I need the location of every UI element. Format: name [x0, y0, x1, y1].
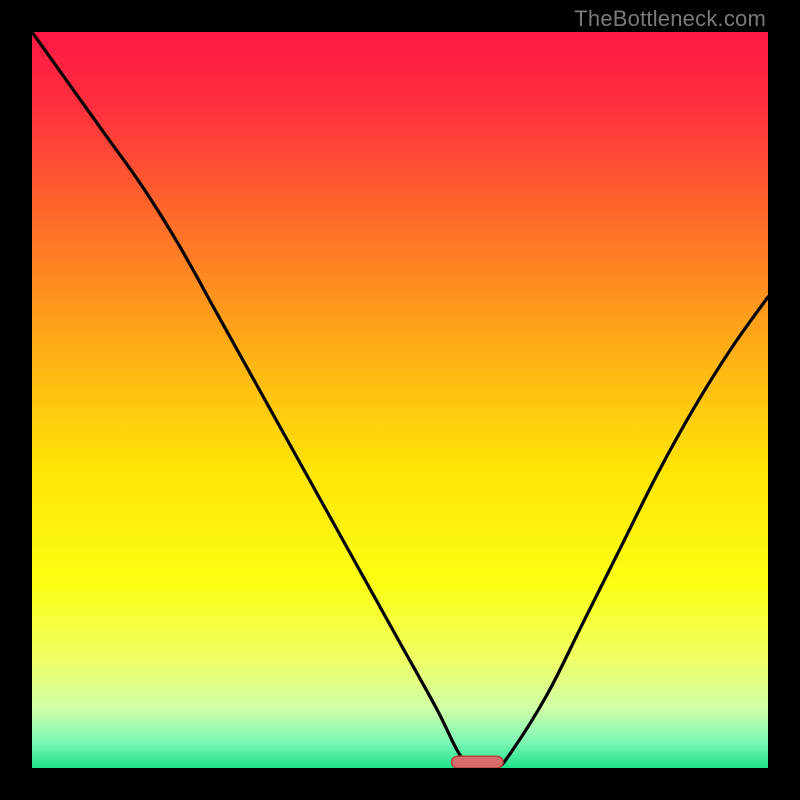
- chart-svg: [32, 32, 768, 768]
- watermark-text: TheBottleneck.com: [574, 6, 766, 32]
- optimal-range-marker: [452, 756, 504, 768]
- plot-area: [32, 32, 768, 768]
- chart-frame: TheBottleneck.com: [0, 0, 800, 800]
- bottleneck-curve: [32, 32, 768, 768]
